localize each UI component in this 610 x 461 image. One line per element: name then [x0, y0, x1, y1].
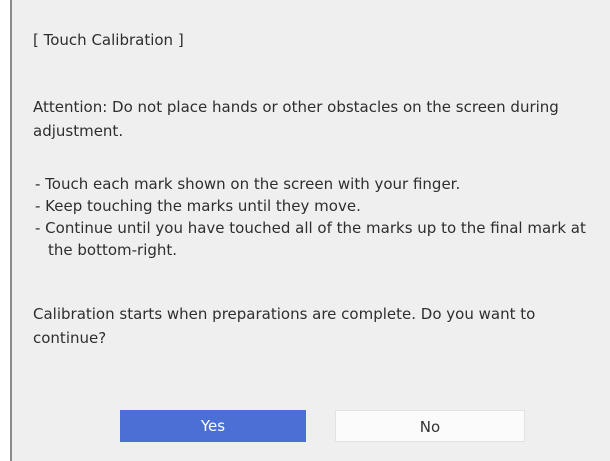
instruction-item: - Keep touching the marks until they mov… [35, 197, 361, 215]
touch-calibration-dialog: [ Touch Calibration ] Attention: Do not … [10, 0, 610, 461]
instruction-item: - Continue until you have touched all of… [35, 219, 586, 259]
confirm-message: Calibration starts when preparations are… [33, 305, 536, 347]
yes-button[interactable]: Yes [120, 410, 306, 442]
attention-message: Attention: Do not place hands or other o… [33, 98, 559, 140]
instruction-list: - Touch each mark shown on the screen wi… [35, 173, 605, 261]
no-button[interactable]: No [335, 410, 525, 442]
dialog-title: [ Touch Calibration ] [33, 31, 184, 49]
instruction-item: - Touch each mark shown on the screen wi… [35, 175, 461, 193]
